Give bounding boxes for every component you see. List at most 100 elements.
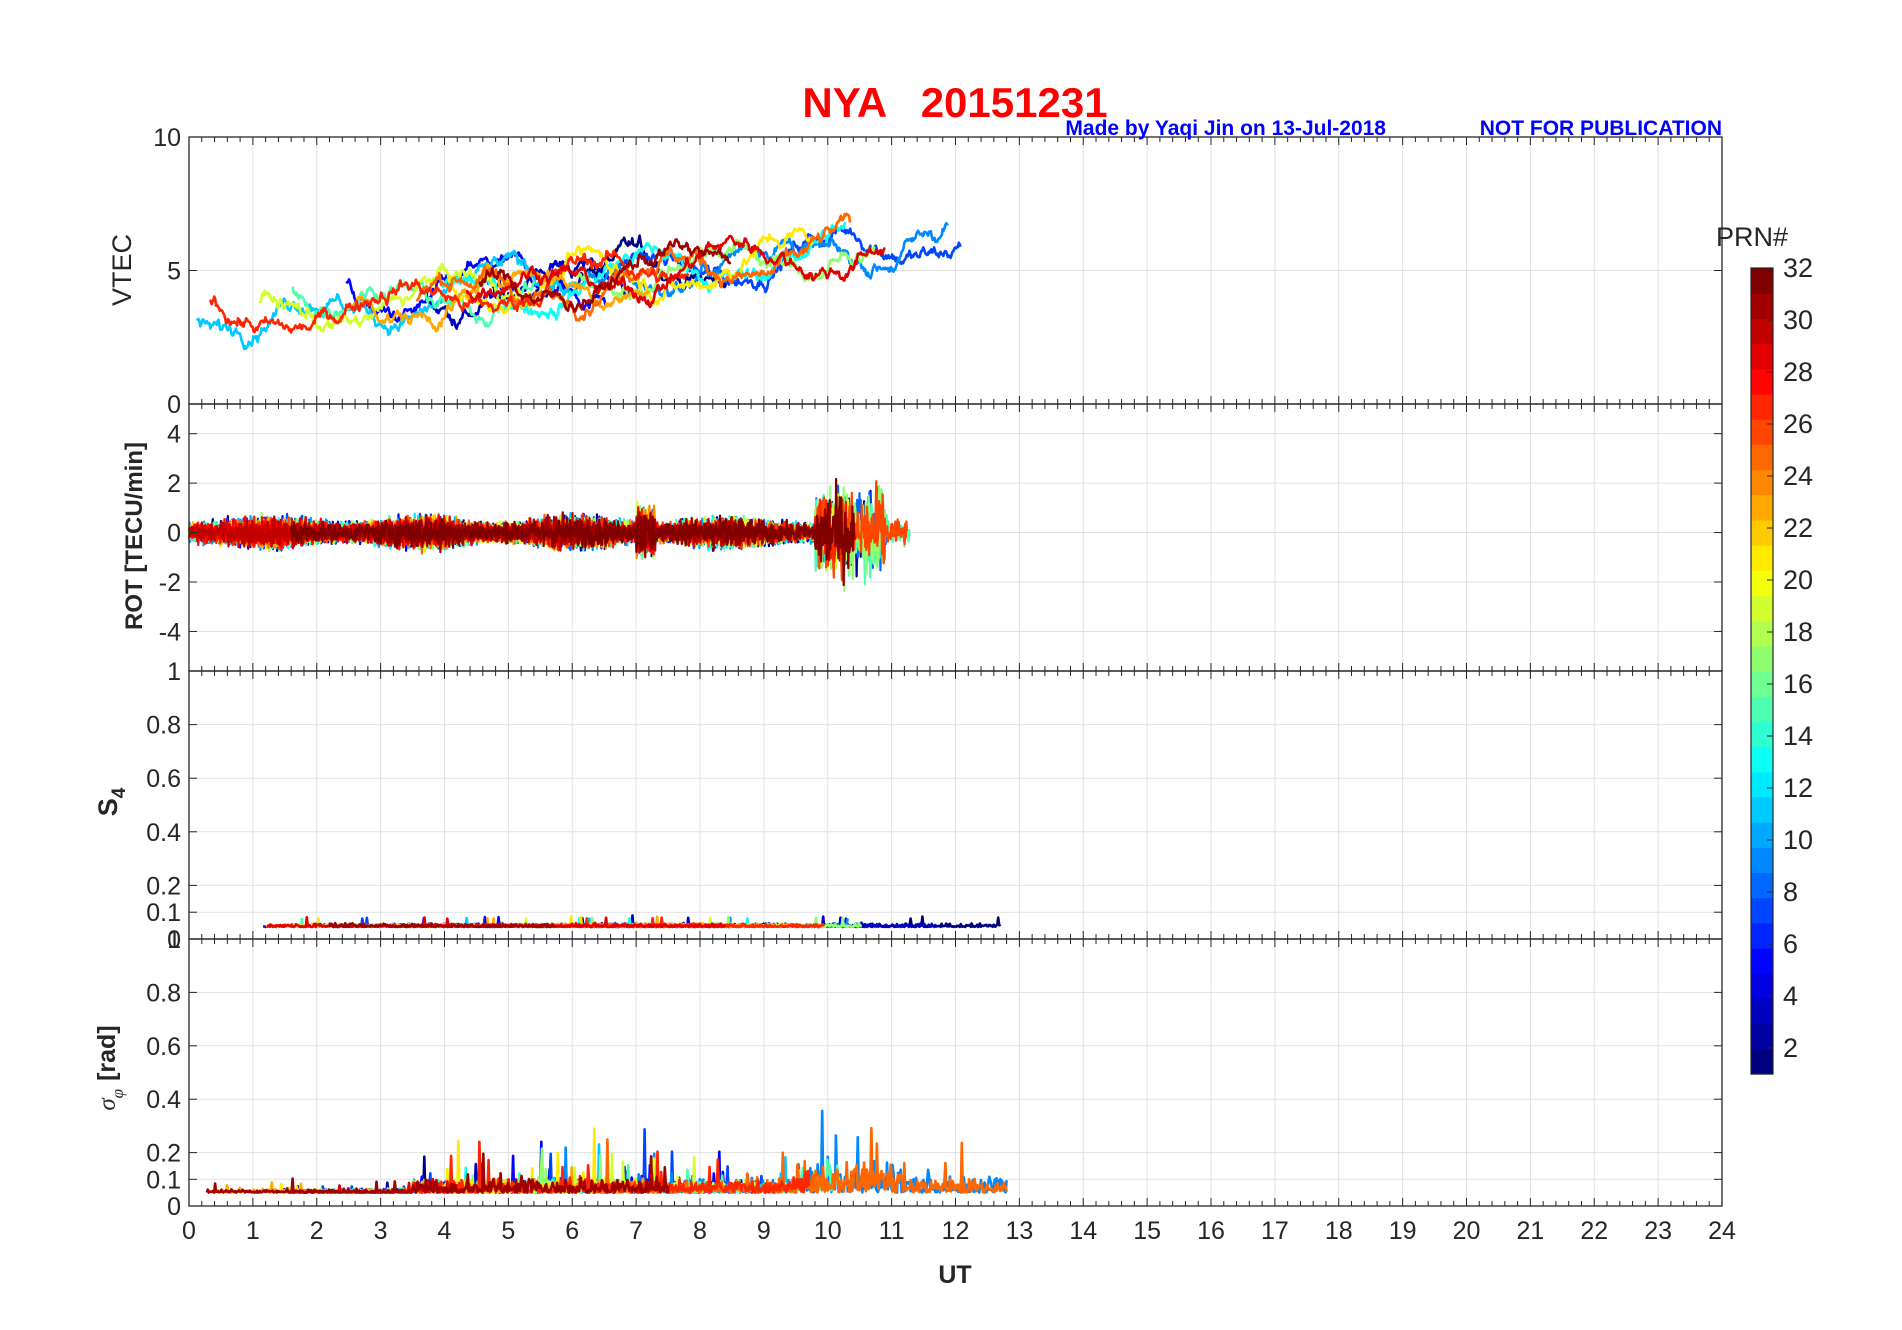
colorbar-swatch [1751, 469, 1773, 496]
notice-text: NOT FOR PUBLICATION [1480, 117, 1722, 140]
colorbar-swatch [1751, 998, 1773, 1025]
x-tick-label: 3 [374, 1217, 388, 1245]
rot-ylabel: ROT [TECU/min] [121, 442, 148, 630]
colorbar-swatch [1751, 570, 1773, 597]
colorbar-swatch [1751, 1023, 1773, 1050]
y-tick-label: 0.4 [146, 1086, 181, 1114]
panel-s4: 00.10.20.40.60.81 [146, 658, 1723, 954]
colorbar-swatch [1751, 519, 1773, 546]
y-tick-label: 5 [167, 258, 181, 286]
y-tick-label: 0.8 [146, 979, 181, 1007]
colorbar-tick-label: 10 [1783, 825, 1813, 855]
series-traces [262, 914, 1002, 929]
y-tick-label: 0.2 [146, 1140, 181, 1168]
vtec-ylabel: VTEC [107, 234, 137, 306]
colorbar-swatch [1751, 545, 1773, 571]
colorbar-tick-label: 26 [1783, 409, 1813, 439]
x-tick-label: 21 [1516, 1217, 1544, 1245]
x-tick-label: 18 [1325, 1217, 1353, 1245]
colorbar-tick-label: 28 [1783, 357, 1813, 387]
x-tick-label: 12 [942, 1217, 970, 1245]
y-tick-label: 0.1 [146, 899, 181, 927]
x-tick-label: 14 [1069, 1217, 1097, 1245]
y-tick-label: 0 [167, 520, 181, 548]
colorbar-tick-label: 16 [1783, 669, 1813, 699]
y-tick-label: -4 [159, 618, 181, 646]
colorbar-tick-label: 2 [1783, 1033, 1798, 1063]
sigma-ylabel-sub: φ [108, 1089, 127, 1098]
panels: 0510-4-202400.10.20.40.60.8100.10.20.40.… [146, 124, 1736, 1245]
x-tick-label: 6 [565, 1217, 579, 1245]
x-tick-label: 11 [879, 1217, 905, 1245]
colorbar-tick-label: 24 [1783, 461, 1813, 491]
y-tick-label: 4 [167, 421, 181, 449]
x-axis-label: UT [938, 1261, 971, 1289]
series-traces [195, 212, 962, 351]
x-tick-label: 15 [1133, 1217, 1161, 1245]
colorbar-swatch [1751, 1048, 1773, 1075]
x-tick-label: 23 [1644, 1217, 1672, 1245]
colorbar-swatch [1751, 897, 1773, 924]
x-tick-label: 24 [1708, 1217, 1736, 1245]
sigma-ylabel-unit: [rad] [93, 1025, 121, 1081]
colorbar-swatch [1751, 771, 1773, 798]
colorbar: 2468101214161820222426283032 [1750, 253, 1813, 1075]
x-tick-label: 22 [1580, 1217, 1608, 1245]
colorbar-tick-label: 22 [1783, 513, 1813, 543]
colorbar-swatch [1751, 645, 1773, 672]
panel-sigma: 00.10.2 0.4 0.6 0.8 1 [146, 926, 1723, 1221]
colorbar-swatch [1751, 696, 1773, 722]
panel-rot: -4 -2 0 2 4 [159, 403, 1723, 672]
x-tick-label: 17 [1261, 1217, 1289, 1245]
x-tick-label: 2 [310, 1217, 324, 1245]
x-tick-label: 1 [246, 1217, 260, 1245]
y-tick-label: 0.6 [146, 765, 181, 793]
y-tick-label: 0 [167, 391, 181, 419]
colorbar-swatch [1751, 393, 1773, 420]
y-tick-label: 0.6 [146, 1033, 181, 1061]
colorbar-swatch [1751, 847, 1773, 874]
colorbar-tick-label: 18 [1783, 617, 1813, 647]
colorbar-swatch [1751, 922, 1773, 949]
s4-ylabel: S4 [93, 787, 130, 816]
colorbar-tick-label: 32 [1783, 253, 1813, 283]
x-tick-label: 8 [693, 1217, 707, 1245]
y-tick-label: 1 [167, 926, 181, 954]
colorbar-swatch [1751, 444, 1773, 471]
x-tick-label: 10 [814, 1217, 842, 1245]
colorbar-tick-label: 6 [1783, 929, 1798, 959]
trace-prn-32 [289, 477, 856, 587]
colorbar-swatch [1751, 494, 1773, 521]
colorbar-tick-label: 20 [1783, 565, 1813, 595]
colorbar-swatch [1751, 293, 1773, 319]
y-tick-label: 2 [167, 470, 181, 498]
colorbar-swatch [1751, 796, 1773, 823]
colorbar-swatch [1751, 419, 1773, 445]
colorbar-swatch [1751, 822, 1773, 848]
x-tick-label: 7 [629, 1217, 643, 1245]
colorbar-swatch [1751, 973, 1773, 1000]
y-tick-label: 0 [167, 1193, 181, 1221]
series-traces [205, 1109, 1008, 1194]
colorbar-swatch [1751, 595, 1773, 622]
s4-ylabel-main: S [93, 798, 123, 816]
colorbar-tick-label: 8 [1783, 877, 1798, 907]
y-tick-label: 0.1 [146, 1166, 181, 1194]
y-tick-label: 1 [167, 658, 181, 686]
x-tick-label: 0 [182, 1217, 196, 1245]
colorbar-tick-label: 4 [1783, 981, 1798, 1011]
y-tick-label: -2 [159, 569, 181, 597]
x-tick-label: 9 [757, 1217, 771, 1245]
sigma-ylabel: σφ[rad] [93, 1025, 127, 1110]
colorbar-swatch [1751, 872, 1773, 899]
x-tick-label: 19 [1389, 1217, 1417, 1245]
colorbar-tick-label: 12 [1783, 773, 1813, 803]
colorbar-label: PRN# [1716, 222, 1788, 252]
figure-canvas: 0510-4-202400.10.20.40.60.8100.10.20.40.… [93, 79, 1813, 1289]
x-tick-label: 13 [1005, 1217, 1033, 1245]
colorbar-swatch [1751, 620, 1773, 647]
panel-vtec: 0 5 10 [153, 124, 1723, 419]
colorbar-tick-label: 30 [1783, 305, 1813, 335]
y-tick-label: 0.8 [146, 712, 181, 740]
colorbar-swatch [1751, 343, 1773, 370]
